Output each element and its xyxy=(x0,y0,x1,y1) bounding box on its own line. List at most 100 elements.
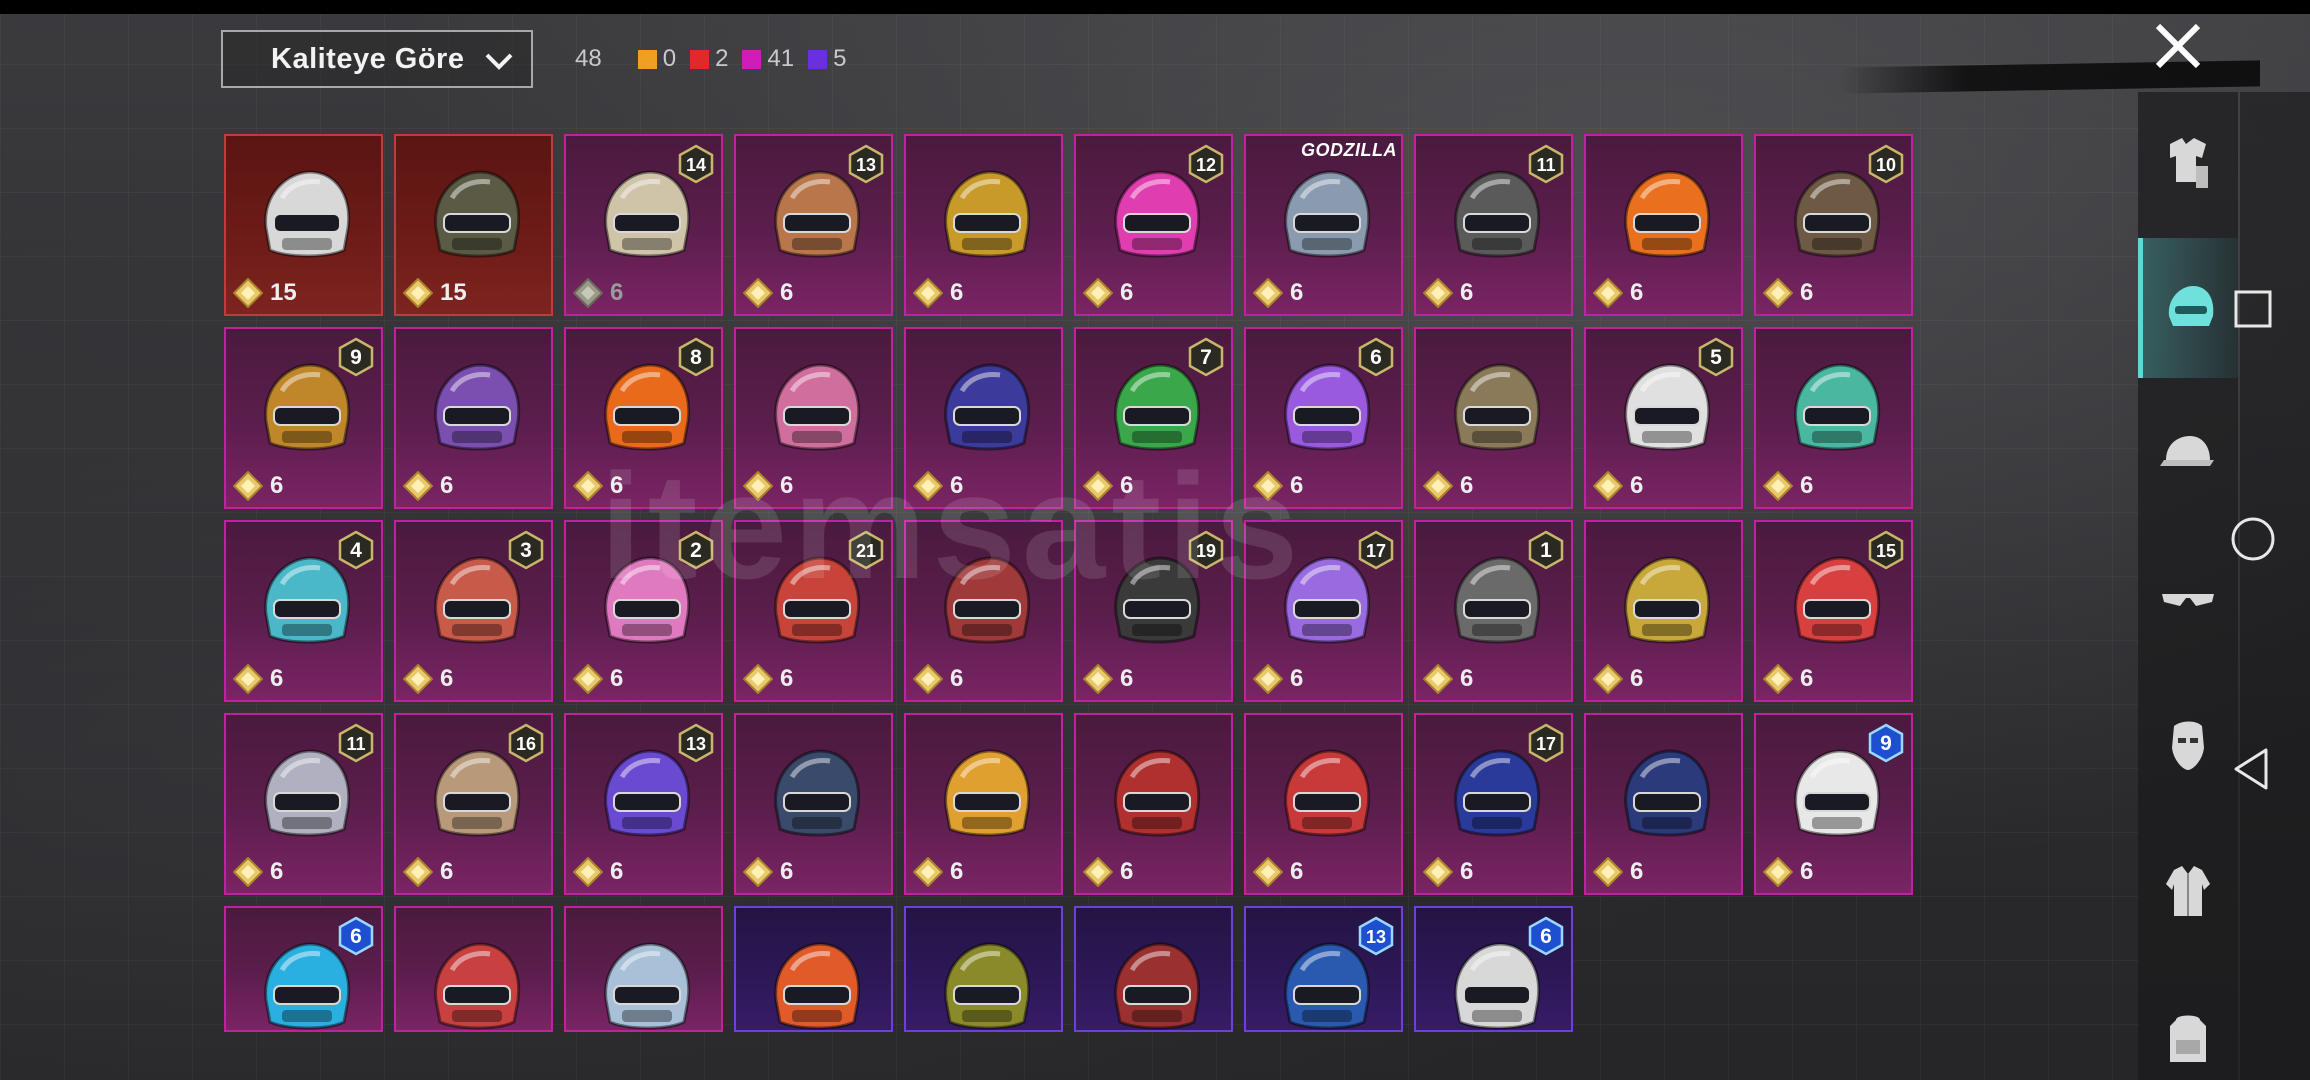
level-badge-value: 9 xyxy=(1880,732,1892,755)
item-card[interactable]: 13 6 xyxy=(734,134,893,316)
android-nav-bar xyxy=(2240,92,2310,1080)
sidebar-item-jacket[interactable] xyxy=(2138,822,2238,962)
item-card[interactable]: 86 xyxy=(564,327,723,509)
diamond-icon xyxy=(1593,471,1623,501)
level-badge: 14 xyxy=(678,144,714,184)
diamond-icon xyxy=(1423,664,1453,694)
item-card[interactable]: 6 xyxy=(904,713,1063,895)
item-card[interactable]: 6 xyxy=(1584,134,1743,316)
diamond-icon xyxy=(1763,471,1793,501)
diamond-icon xyxy=(573,857,603,887)
item-card[interactable]: 10 6 xyxy=(1754,134,1913,316)
item-card[interactable]: 6 xyxy=(904,520,1063,702)
item-card[interactable]: 13 xyxy=(1244,906,1403,1032)
item-card[interactable]: 6 xyxy=(1074,713,1233,895)
item-card[interactable]: 16 xyxy=(1414,520,1573,702)
level-badge: 13 xyxy=(1358,916,1394,956)
glasses-icon xyxy=(2162,594,2214,606)
sidebar-item-glasses[interactable] xyxy=(2138,530,2238,670)
item-card[interactable]: 76 xyxy=(1074,327,1233,509)
item-card[interactable]: 6 xyxy=(224,906,383,1032)
item-card[interactable]: 6 xyxy=(1584,520,1743,702)
item-card[interactable]: 6 xyxy=(1414,906,1573,1032)
item-card[interactable]: 6 xyxy=(1754,327,1913,509)
item-card[interactable]: 96 xyxy=(1754,713,1913,895)
close-icon[interactable] xyxy=(2150,18,2206,74)
item-card[interactable] xyxy=(904,906,1063,1032)
helmet-icon xyxy=(944,749,1031,837)
sidebar-item-mask[interactable] xyxy=(2138,676,2238,816)
item-card[interactable]: 36 xyxy=(394,520,553,702)
level-badge: 9 xyxy=(338,337,374,377)
item-card[interactable] xyxy=(564,906,723,1032)
diamond-icon xyxy=(573,471,603,501)
item-card[interactable]: 15 xyxy=(394,134,553,316)
sidebar-item-cap[interactable] xyxy=(2138,384,2238,524)
diamond-icon xyxy=(233,857,263,887)
sort-dropdown[interactable]: Kaliteye Göre xyxy=(221,30,533,88)
item-card[interactable]: GODZILLA 6 xyxy=(1244,134,1403,316)
chevron-down-icon xyxy=(485,53,513,70)
item-card[interactable]: 6 xyxy=(394,327,553,509)
item-value: 6 xyxy=(1800,858,1814,885)
diamond-icon xyxy=(1253,278,1283,308)
count-rare-value: 5 xyxy=(833,45,847,72)
diamond-icon xyxy=(403,471,433,501)
count-legendary: 0 xyxy=(637,45,677,73)
item-value: 6 xyxy=(1630,665,1644,692)
item-card[interactable]: 6 xyxy=(904,327,1063,509)
diamond-icon xyxy=(1423,471,1453,501)
item-card[interactable]: 66 xyxy=(1244,327,1403,509)
diamond-icon xyxy=(1593,664,1623,694)
level-badge: 11 xyxy=(338,723,374,763)
level-badge: 12 xyxy=(1188,144,1224,184)
item-value: 6 xyxy=(1630,858,1644,885)
sidebar-item-backpack[interactable] xyxy=(2138,968,2238,1080)
sidebar-item-helmet[interactable] xyxy=(2138,238,2238,378)
mythic-swatch xyxy=(690,49,710,69)
level-badge-value: 17 xyxy=(1536,734,1556,754)
item-card[interactable]: 15 xyxy=(224,134,383,316)
home-icon[interactable] xyxy=(2228,514,2278,564)
item-card[interactable]: 6 xyxy=(1414,327,1573,509)
back-icon[interactable] xyxy=(2228,744,2278,794)
item-card[interactable]: 12 6 xyxy=(1074,134,1233,316)
diamond-icon xyxy=(1763,664,1793,694)
cap-icon xyxy=(2160,436,2214,466)
helmet-icon xyxy=(1624,556,1711,644)
item-card[interactable] xyxy=(734,906,893,1032)
item-card[interactable]: 46 xyxy=(224,520,383,702)
item-card[interactable] xyxy=(1074,906,1233,1032)
count-legendary-value: 0 xyxy=(662,45,677,72)
item-card[interactable]: 6 xyxy=(734,327,893,509)
item-card[interactable]: 19 6 xyxy=(1074,520,1233,702)
item-card[interactable]: 16 6 xyxy=(394,713,553,895)
diamond-icon xyxy=(233,664,263,694)
item-card[interactable]: 11 6 xyxy=(224,713,383,895)
level-badge: 10 xyxy=(1868,144,1904,184)
item-card[interactable] xyxy=(394,906,553,1032)
item-card[interactable]: 6 xyxy=(734,713,893,895)
item-value: 15 xyxy=(440,279,467,306)
item-card[interactable]: 13 6 xyxy=(564,713,723,895)
item-card[interactable]: 15 6 xyxy=(1754,520,1913,702)
level-badge-value: 1 xyxy=(1540,539,1552,562)
game-screen: Kaliteye Göre 48 0 2 41 5 15 15 14 6 13 6 6 12 6… xyxy=(0,0,2310,1080)
item-card[interactable]: 21 6 xyxy=(734,520,893,702)
item-card[interactable]: 26 xyxy=(564,520,723,702)
sidebar-item-outfit[interactable] xyxy=(2138,92,2238,232)
item-card[interactable]: 6 xyxy=(1584,713,1743,895)
item-card[interactable]: 56 xyxy=(1584,327,1743,509)
item-card[interactable]: 6 xyxy=(1244,713,1403,895)
helmet-icon xyxy=(944,942,1031,1030)
item-card[interactable]: 6 xyxy=(904,134,1063,316)
item-card[interactable]: 96 xyxy=(224,327,383,509)
item-card[interactable]: 17 6 xyxy=(1244,520,1403,702)
item-card[interactable]: 17 6 xyxy=(1414,713,1573,895)
diamond-icon xyxy=(1083,471,1113,501)
recents-icon[interactable] xyxy=(2228,284,2278,334)
item-value: 6 xyxy=(780,665,794,692)
item-card[interactable]: 11 6 xyxy=(1414,134,1573,316)
item-card[interactable]: 14 6 xyxy=(564,134,723,316)
level-badge: 6 xyxy=(1358,337,1394,377)
